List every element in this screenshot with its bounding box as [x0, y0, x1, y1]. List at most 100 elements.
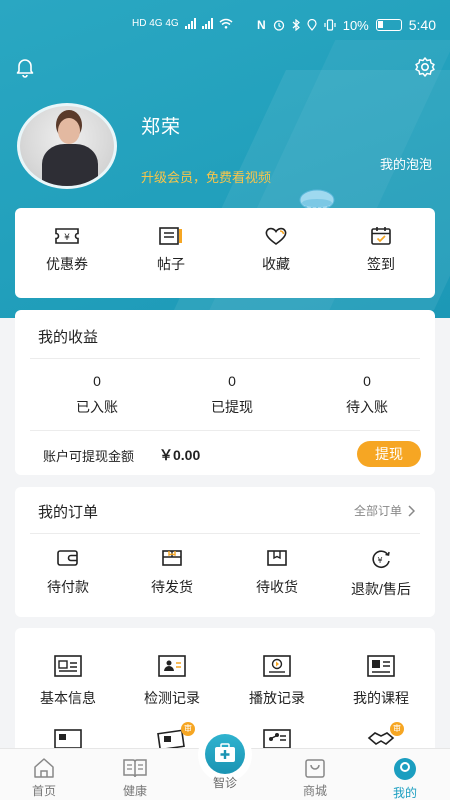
order-refund[interactable]: ¥ 退款/售后: [336, 549, 426, 599]
stat-pending[interactable]: 0 待入账: [317, 373, 417, 417]
stat-label: 待入账: [346, 399, 388, 415]
quick-action-label: 收藏: [262, 256, 290, 272]
quick-action-label: 帖子: [157, 256, 185, 272]
tab-label: 我的: [392, 786, 417, 800]
tab-label: 健康: [122, 784, 147, 798]
divider: [30, 533, 420, 534]
income-card: 我的收益 0 已入账 0 已提现 0 待入账 账户可提现金额 ￥0.00 提现: [15, 310, 435, 475]
quick-action-label: 优惠券: [46, 256, 88, 272]
quick-actions-card: ¥ 优惠券 帖子 收藏 签到: [15, 208, 435, 298]
svg-text:¥: ¥: [64, 233, 70, 243]
gear-icon[interactable]: [413, 55, 437, 79]
tool-my-courses[interactable]: 我的课程: [336, 654, 426, 708]
clock: 5:40: [408, 17, 436, 33]
signal-icon: [184, 18, 196, 29]
avatar[interactable]: [17, 103, 117, 189]
tab-shop[interactable]: 商城: [285, 757, 345, 799]
order-label: 退款/售后: [351, 581, 411, 597]
battery-percent: 10%: [342, 17, 369, 33]
review-badge: 审: [181, 722, 195, 736]
tool-label: 基本信息: [40, 690, 96, 706]
tool-more-item[interactable]: 审: [336, 722, 426, 748]
heart-icon: [265, 227, 287, 245]
refund-icon: ¥: [372, 550, 390, 568]
diagnosis-button-bg: [205, 734, 245, 774]
quick-action-favorites[interactable]: 收藏: [236, 226, 316, 274]
withdrawable-amount: ￥0.00: [159, 447, 201, 463]
avatar-body: [42, 144, 98, 186]
order-label: 待收货: [256, 579, 298, 595]
quick-action-coupon[interactable]: ¥ 优惠券: [27, 226, 107, 274]
tool-label: 播放记录: [249, 690, 305, 706]
tab-mine[interactable]: 我的: [375, 757, 435, 800]
shop-bag-icon: [305, 759, 325, 778]
stat-label: 已提现: [211, 399, 253, 415]
order-label: 待付款: [47, 579, 89, 595]
quick-action-checkin[interactable]: 签到: [341, 226, 421, 274]
wallet-icon: [57, 550, 78, 566]
tab-home[interactable]: 首页: [14, 757, 74, 799]
network-label: HD 4G 4G: [132, 18, 179, 29]
tool-basic-info[interactable]: 基本信息: [23, 654, 113, 708]
nfc-icon: N: [257, 18, 266, 32]
tab-health[interactable]: 健康: [105, 757, 165, 799]
divider: [30, 358, 420, 359]
book-icon: [123, 759, 147, 778]
stat-value: 0: [228, 373, 236, 389]
course-icon: [367, 655, 395, 677]
quick-action-posts[interactable]: 帖子: [131, 226, 211, 274]
share-icon: [263, 729, 291, 748]
tool-label: 检测记录: [144, 690, 200, 706]
section-title: 我的订单: [38, 504, 99, 521]
quick-action-label: 签到: [367, 256, 395, 272]
signal-icon: [201, 18, 213, 29]
stat-value: 0: [93, 373, 101, 389]
battery-icon: [375, 19, 402, 31]
package-icon: [162, 550, 182, 566]
profile-icon: [394, 758, 416, 780]
box-icon: [267, 550, 287, 566]
play-history-icon: [263, 655, 291, 677]
withdrawable-label: 账户可提现金额: [43, 449, 135, 464]
chevron-right-icon: [408, 504, 415, 517]
document-icon: [54, 729, 82, 748]
my-bubbles-link[interactable]: 我的泡泡: [380, 154, 432, 173]
tab-label: 首页: [31, 784, 56, 798]
divider: [30, 430, 420, 431]
stat-label: 已入账: [76, 399, 118, 415]
alarm-icon: [273, 20, 284, 31]
report-icon: [158, 655, 186, 677]
status-bar: HD 4G 4G N 10% 5:40: [0, 0, 450, 52]
orders-card: 我的订单 全部订单 待付款 待发货 待收货 ¥ 退款/售后: [15, 487, 435, 617]
tool-label: 我的课程: [353, 690, 409, 706]
tool-play-history[interactable]: 播放记录: [232, 654, 322, 708]
review-badge: 审: [390, 722, 404, 736]
withdraw-button[interactable]: 提现: [357, 441, 421, 467]
tab-label: 商城: [302, 784, 327, 798]
order-pending-shipment[interactable]: 待发货: [127, 549, 217, 597]
order-pending-receipt[interactable]: 待收货: [232, 549, 322, 597]
tool-more-item[interactable]: [23, 728, 113, 748]
stat-received[interactable]: 0 已入账: [47, 373, 147, 417]
network-indicators: HD 4G 4G: [132, 18, 233, 29]
upgrade-vip-link[interactable]: 升级会员，免费看视频: [141, 167, 271, 186]
tab-label: 智诊: [212, 776, 237, 790]
home-icon: [34, 758, 54, 778]
all-orders-link[interactable]: 全部订单: [354, 502, 415, 519]
order-pending-payment[interactable]: 待付款: [23, 549, 113, 597]
stat-withdrawn[interactable]: 0 已提现: [182, 373, 282, 417]
tool-test-records[interactable]: 检测记录: [127, 654, 217, 708]
calendar-check-icon: [371, 227, 391, 245]
coupon-icon: ¥: [55, 228, 79, 244]
bell-icon[interactable]: [13, 55, 37, 79]
medical-kit-icon: [215, 743, 235, 762]
avatar-face: [58, 118, 80, 144]
svg-text:¥: ¥: [377, 556, 382, 565]
stat-value: 0: [363, 373, 371, 389]
user-name: 郑荣: [141, 117, 182, 138]
vibrate-icon: [324, 19, 336, 31]
bluetooth-icon: [292, 19, 300, 31]
section-title: 我的收益: [38, 329, 99, 346]
order-label: 待发货: [151, 579, 193, 595]
location-icon: [307, 19, 317, 31]
